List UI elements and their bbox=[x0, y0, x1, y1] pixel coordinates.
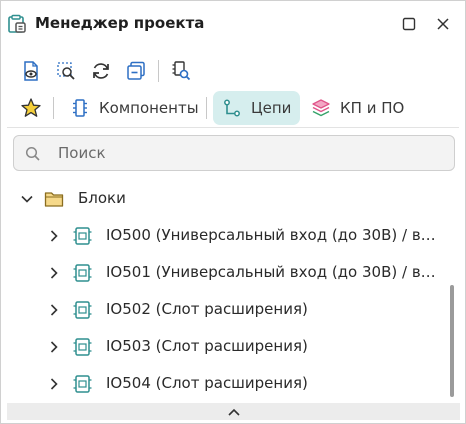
tree-item-label: IO502 (Слот расширения) bbox=[106, 300, 308, 318]
search-box bbox=[13, 135, 455, 171]
find-in-project-icon bbox=[172, 61, 191, 81]
zoom-select-button[interactable] bbox=[52, 57, 80, 85]
tree-item[interactable]: IO504 (Слот расширения) bbox=[1, 366, 447, 402]
find-in-project-button[interactable] bbox=[167, 57, 195, 85]
folder-icon bbox=[44, 189, 64, 209]
refresh-button[interactable] bbox=[87, 57, 115, 85]
collapse-panel-bar[interactable] bbox=[7, 403, 460, 420]
tree-item-label: IO500 (Универсальный вход (до 30В) / вых… bbox=[106, 226, 441, 244]
maximize-icon bbox=[402, 17, 416, 31]
action-toolbar bbox=[1, 57, 465, 85]
tab-components-label: Компоненты bbox=[99, 99, 199, 117]
star-icon bbox=[21, 98, 41, 117]
block-icon bbox=[73, 374, 93, 394]
tab-components[interactable]: Компоненты bbox=[63, 91, 203, 125]
tab-pcb-software[interactable]: КП и ПО bbox=[307, 91, 417, 125]
chevron-right-icon[interactable] bbox=[46, 376, 62, 392]
block-icon bbox=[73, 300, 93, 320]
chevron-down-icon[interactable] bbox=[19, 191, 35, 207]
tabs-separator bbox=[206, 97, 207, 119]
tabs-separator bbox=[53, 97, 54, 119]
tree-scrollbar-thumb[interactable] bbox=[450, 285, 454, 397]
search-icon bbox=[24, 145, 42, 163]
component-icon bbox=[69, 97, 91, 119]
tree-item[interactable]: IO502 (Слот расширения) bbox=[1, 292, 447, 328]
window-title: Менеджер проекта bbox=[35, 14, 205, 32]
chevron-right-icon[interactable] bbox=[46, 228, 62, 244]
collapse-all-icon bbox=[127, 61, 145, 80]
maximize-button[interactable] bbox=[399, 14, 419, 34]
tab-nets[interactable]: Цепи bbox=[213, 91, 300, 125]
zoom-select-icon bbox=[57, 62, 75, 80]
document-view-button[interactable] bbox=[17, 57, 45, 85]
view-tabs-toolbar: Компоненты Цепи КП и ПО bbox=[1, 91, 465, 125]
close-button[interactable] bbox=[433, 14, 453, 34]
layers-icon bbox=[310, 97, 332, 119]
block-icon bbox=[73, 226, 93, 246]
tab-nets-label: Цепи bbox=[251, 99, 292, 117]
net-icon bbox=[221, 97, 243, 119]
chevron-up-icon bbox=[227, 408, 240, 416]
document-view-icon bbox=[24, 61, 38, 81]
tree-item[interactable]: IO503 (Слот расширения) bbox=[1, 329, 447, 365]
tree-item-label: IO504 (Слот расширения) bbox=[106, 374, 308, 392]
chevron-right-icon[interactable] bbox=[46, 339, 62, 355]
project-manager-panel: Менеджер проекта Компоненты Цепи КП и ПО… bbox=[0, 0, 466, 424]
favorites-button[interactable] bbox=[17, 94, 45, 122]
tree-item[interactable]: IO500 (Универсальный вход (до 30В) / вых… bbox=[1, 218, 447, 254]
title-bar: Менеджер проекта bbox=[1, 1, 465, 47]
collapse-all-button[interactable] bbox=[122, 57, 150, 85]
project-tree: Блоки IO500 (Универсальный вход (до 30В)… bbox=[1, 181, 465, 403]
tree-item[interactable]: IO501 (Универсальный вход (до 30В) / вых… bbox=[1, 255, 447, 291]
tab-pcb-software-label: КП и ПО bbox=[340, 99, 405, 117]
search-input[interactable] bbox=[58, 142, 438, 164]
tree-item-label: IO501 (Универсальный вход (до 30В) / вых… bbox=[106, 263, 444, 281]
block-icon bbox=[73, 263, 93, 283]
toolbar-divider bbox=[7, 127, 459, 128]
chevron-right-icon[interactable] bbox=[46, 265, 62, 281]
chevron-right-icon[interactable] bbox=[46, 302, 62, 318]
toolbar-separator bbox=[158, 60, 159, 82]
project-manager-icon bbox=[7, 14, 27, 34]
tree-folder-blocks[interactable]: Блоки bbox=[1, 181, 447, 217]
tree-item-label: IO503 (Слот расширения) bbox=[106, 337, 308, 355]
refresh-icon bbox=[93, 63, 109, 79]
tree-folder-label: Блоки bbox=[78, 189, 126, 207]
block-icon bbox=[73, 337, 93, 357]
close-icon bbox=[437, 18, 449, 30]
